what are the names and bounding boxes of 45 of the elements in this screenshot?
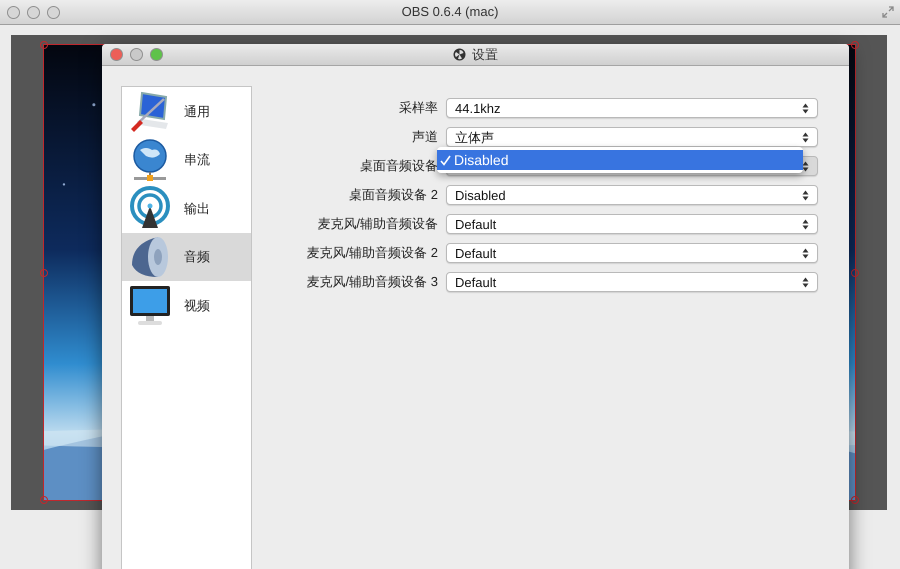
- resize-handle[interactable]: [40, 269, 48, 277]
- close-button[interactable]: [7, 6, 20, 18]
- sidebar-item[interactable]: 串流: [122, 136, 251, 184]
- sidebar-item[interactable]: 通用: [122, 87, 251, 136]
- fullscreen-icon[interactable]: [882, 6, 894, 18]
- field-label: 声道: [411, 128, 438, 146]
- app-logo-icon: [453, 48, 466, 61]
- stepper-arrows-icon: [802, 190, 809, 200]
- stepper-arrows-icon: [802, 160, 809, 172]
- stepper-arrows-icon: [802, 218, 809, 230]
- monitor-icon: [128, 283, 172, 328]
- field-label: 麦克风/辅助音频设备 2: [306, 244, 438, 262]
- check-icon: [440, 154, 451, 166]
- stepper-arrows-icon: [802, 276, 809, 288]
- minimize-button[interactable]: [130, 48, 143, 61]
- select-dropdown[interactable]: Default: [446, 243, 818, 263]
- select-dropdown[interactable]: Default: [446, 272, 818, 292]
- zoom-button[interactable]: [150, 48, 163, 61]
- stepper-arrows-icon: [802, 248, 809, 258]
- dialog-title: 设置: [472, 46, 498, 64]
- select-dropdown[interactable]: 立体声: [446, 127, 818, 147]
- sidebar-item[interactable]: 输出: [122, 184, 251, 232]
- stepper-arrows-icon: [802, 102, 809, 114]
- close-button[interactable]: [110, 48, 123, 61]
- field-label: 桌面音频设备: [359, 157, 438, 175]
- field-label: 桌面音频设备 2: [348, 186, 438, 204]
- sidebar-item[interactable]: 视频: [122, 281, 251, 330]
- resize-handle[interactable]: [40, 496, 48, 504]
- window-title: OBS 0.6.4 (mac): [400, 3, 500, 22]
- resize-handle[interactable]: [850, 41, 858, 49]
- menu-option[interactable]: Disabled: [437, 150, 803, 170]
- select-dropdown[interactable]: Default: [446, 214, 818, 234]
- select-dropdown[interactable]: 44.1khz: [446, 98, 818, 118]
- sidebar-item[interactable]: 音频: [122, 232, 251, 281]
- resize-handle[interactable]: [40, 41, 48, 49]
- select-dropdown[interactable]: Disabled: [446, 185, 818, 205]
- minimize-button[interactable]: [27, 6, 40, 18]
- antenna-signal-icon: [128, 186, 172, 230]
- resize-handle[interactable]: [850, 496, 858, 504]
- field-label: 麦克风/辅助音频设备: [316, 215, 438, 233]
- resize-handle[interactable]: [850, 269, 858, 277]
- field-label: 采样率: [398, 99, 438, 117]
- zoom-button[interactable]: [47, 6, 60, 18]
- stepper-arrows-icon: [802, 132, 809, 142]
- field-label: 麦克风/辅助音频设备 3: [306, 273, 438, 291]
